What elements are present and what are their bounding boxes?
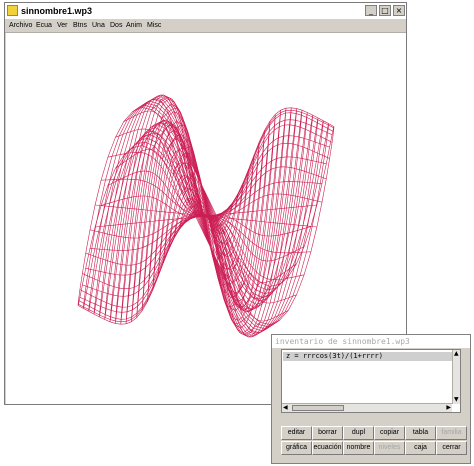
menu-bar: Archivo Ecua Ver Btns Una Dos Anim Misc xyxy=(5,19,406,33)
copy-button[interactable]: copiar xyxy=(374,426,405,440)
maximize-button[interactable]: □ xyxy=(379,5,391,16)
menu-dos[interactable]: Dos xyxy=(110,20,122,31)
vertical-scrollbar[interactable]: ▲ ▼ xyxy=(452,350,460,404)
menu-ver[interactable]: Ver xyxy=(57,20,68,31)
close-inventory-button[interactable]: cerrar xyxy=(436,441,467,455)
scroll-thumb[interactable] xyxy=(292,405,344,411)
menu-btns[interactable]: Btns xyxy=(73,20,87,31)
title-bar: sinnombre1.wp3 _ □ × xyxy=(5,3,406,19)
box-button[interactable]: caja xyxy=(405,441,436,455)
table-button[interactable]: tabla xyxy=(405,426,436,440)
duplicate-button[interactable]: dupl xyxy=(343,426,374,440)
close-button[interactable]: × xyxy=(393,5,405,16)
scroll-up-icon[interactable]: ▲ xyxy=(454,351,459,357)
inventory-list: z = rrrcos(3t)/(1+rrrr) ▲ ▼ ◀ ▶ xyxy=(281,349,461,413)
menu-una[interactable]: Una xyxy=(92,20,105,31)
scroll-right-icon[interactable]: ▶ xyxy=(446,405,451,411)
menu-misc[interactable]: Misc xyxy=(147,20,161,31)
app-icon xyxy=(7,5,18,16)
menu-anim[interactable]: Anim xyxy=(126,20,142,31)
menu-ecua[interactable]: Ecua xyxy=(36,20,52,31)
name-button[interactable]: nombre xyxy=(343,441,374,455)
inventory-entry[interactable]: z = rrrcos(3t)/(1+rrrr) xyxy=(283,352,453,361)
graph-button[interactable]: gráfica xyxy=(281,441,312,455)
equation-button[interactable]: ecuación xyxy=(312,441,343,455)
family-button: familia xyxy=(436,426,467,440)
levels-button: niveles xyxy=(374,441,405,455)
inventory-title: inventario de sinnombre1.wp3 xyxy=(275,337,410,346)
scroll-left-icon[interactable]: ◀ xyxy=(283,405,288,411)
menu-archivo[interactable]: Archivo xyxy=(9,20,32,31)
inventory-title-bar: inventario de sinnombre1.wp3 xyxy=(272,335,470,348)
scroll-down-icon[interactable]: ▼ xyxy=(454,397,459,403)
inventory-window: inventario de sinnombre1.wp3 z = rrrcos(… xyxy=(271,334,471,464)
minimize-button[interactable]: _ xyxy=(365,5,377,16)
window-title: sinnombre1.wp3 xyxy=(21,6,93,16)
edit-button[interactable]: editar xyxy=(281,426,312,440)
horizontal-scrollbar[interactable]: ◀ ▶ xyxy=(282,403,452,412)
delete-button[interactable]: borrar xyxy=(312,426,343,440)
